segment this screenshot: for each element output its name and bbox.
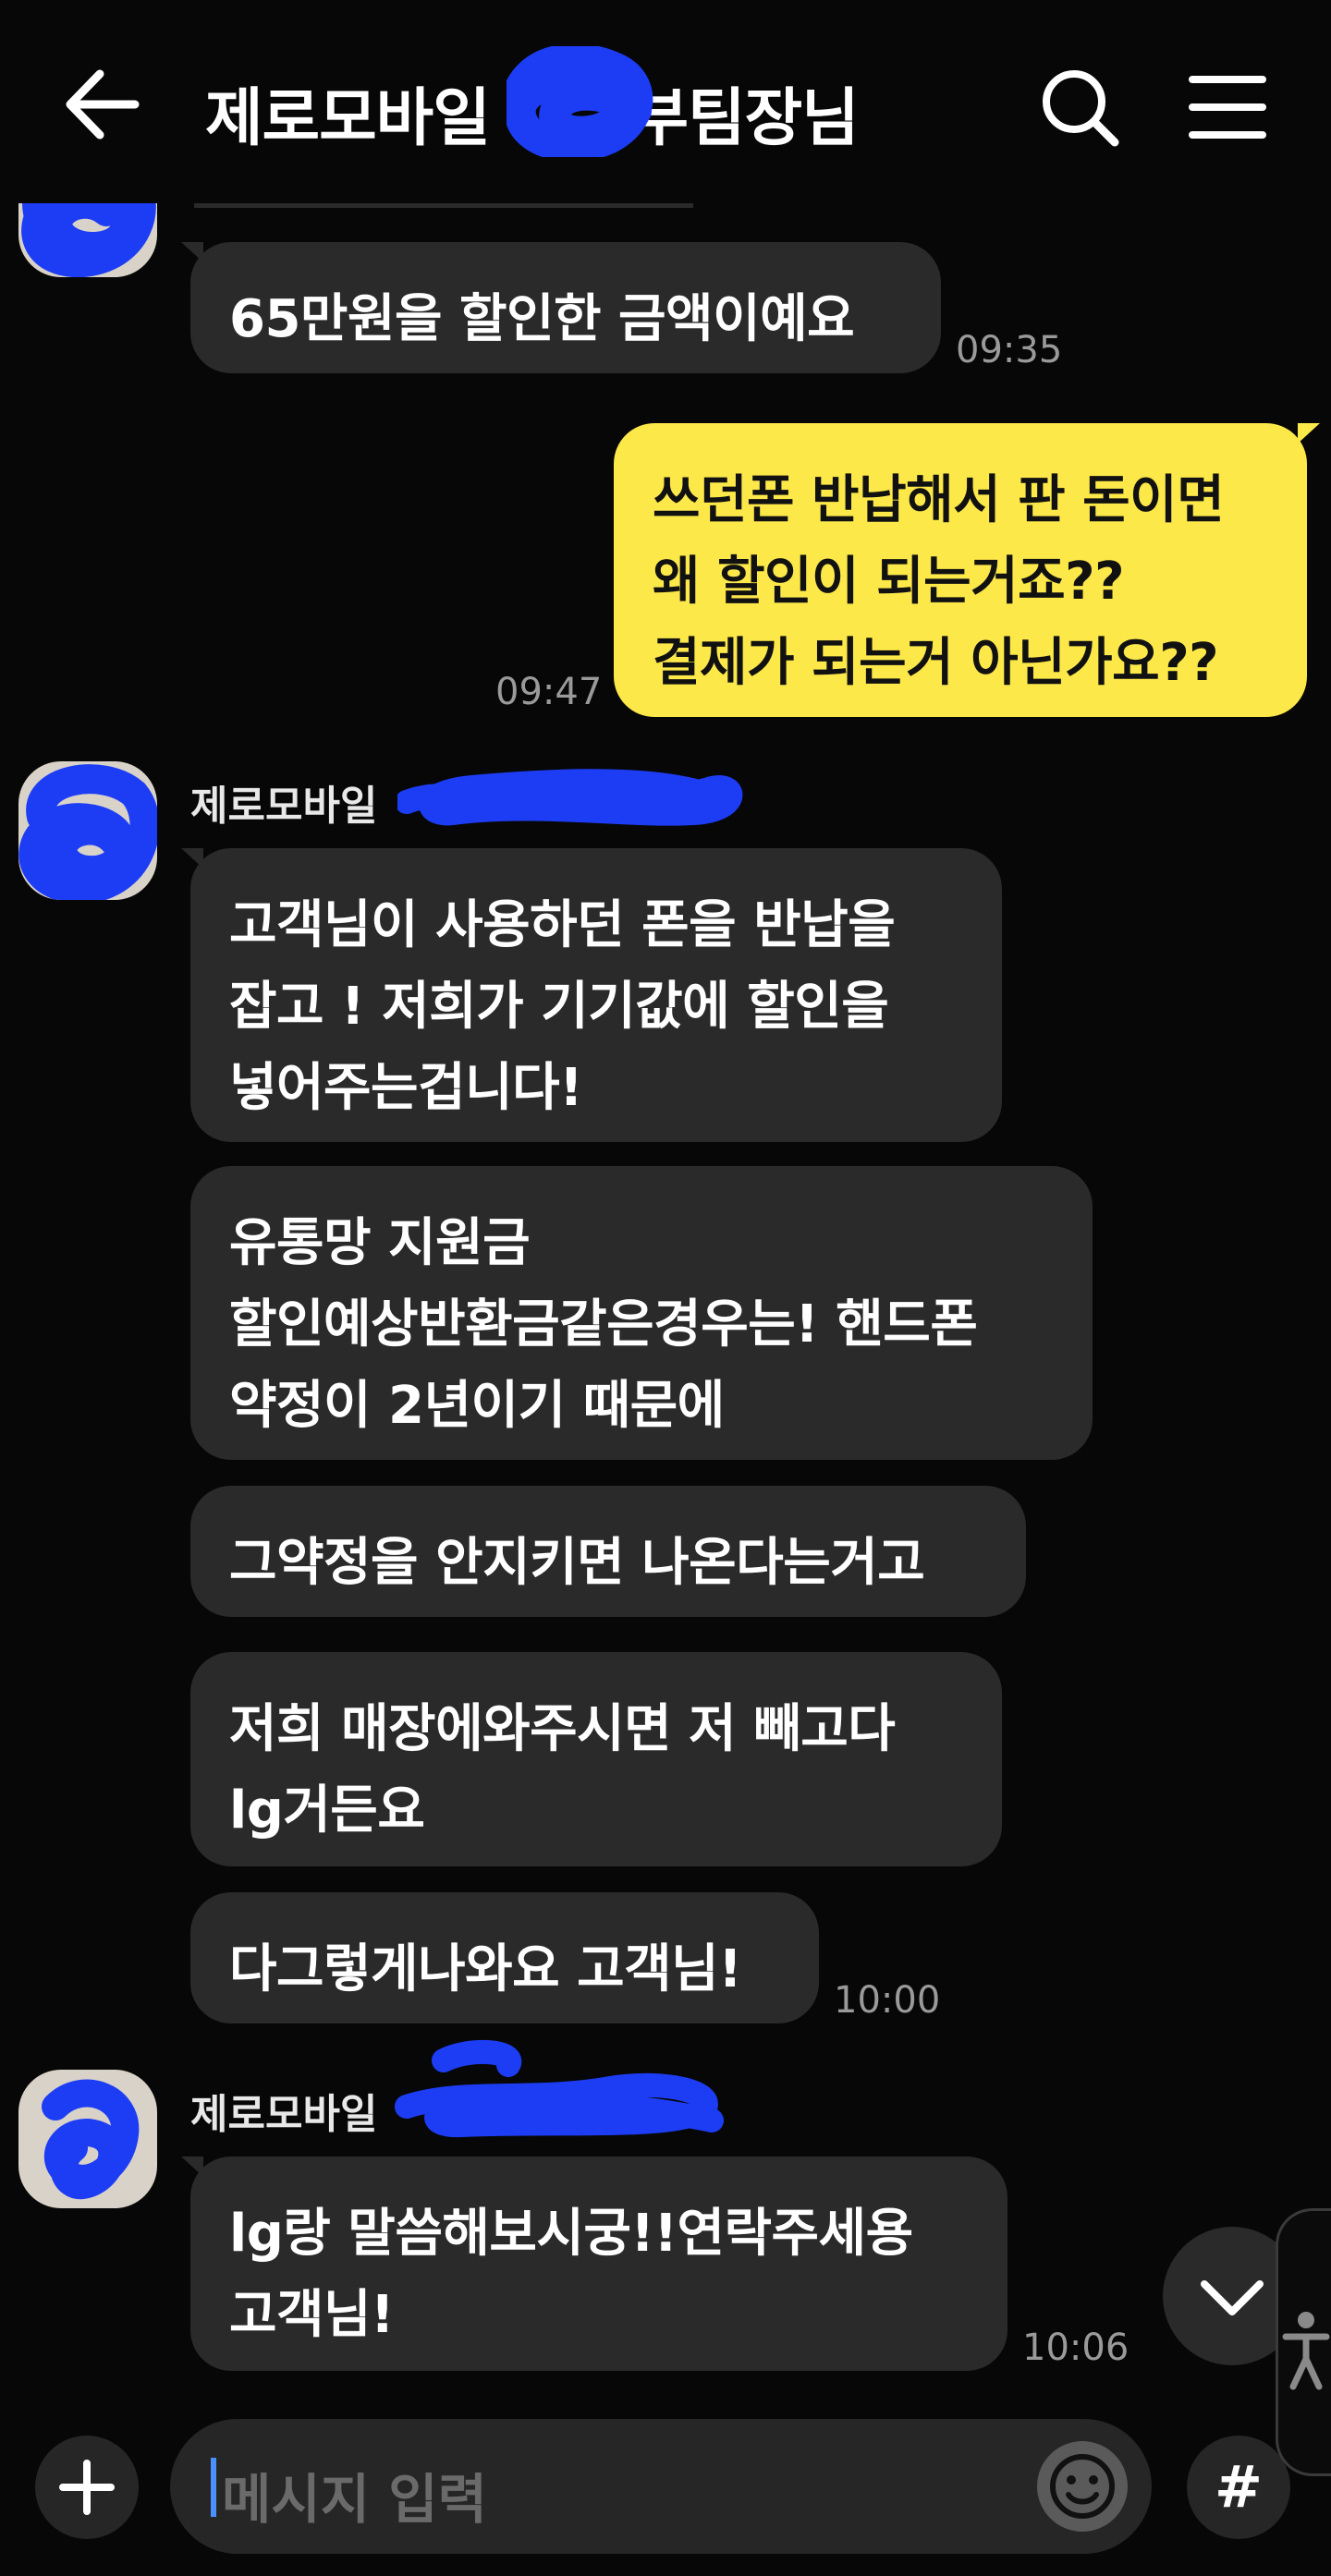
emoji-icon [1050, 2454, 1115, 2519]
message-text: 결제가 되는거 아닌가요?? [653, 633, 1219, 693]
message-text: 쓰던폰 반납해서 판 돈이면 [653, 470, 1225, 530]
redaction-scribble [395, 2040, 724, 2138]
sender-name: 제로모바일 [190, 2091, 378, 2138]
message-time: 10:00 [834, 1979, 941, 2022]
search-icon [1043, 70, 1119, 147]
chat-title-name: 제로모바일 [205, 82, 511, 155]
add-attachment-button[interactable] [35, 2436, 139, 2539]
incoming-message-bubble[interactable]: 저희 매장에와주시면 저 빼고다 lg거든요 [190, 1652, 1002, 1866]
redaction-scribble [507, 46, 653, 157]
message-text: 할인예상반환금같은경우는! 핸드폰 [229, 1294, 978, 1355]
bubble-tail [1298, 423, 1320, 444]
message-text: 저희 매장에와주시면 저 빼고다 [229, 1699, 896, 1759]
message-text: 잡고 ! 저희가 기기값에 할인을 [229, 977, 889, 1037]
message-time: 09:35 [956, 329, 1063, 371]
incoming-message-bubble[interactable]: 다그렇게나와요 고객님! [190, 1892, 819, 2023]
message-input[interactable]: 메시지 입력 [170, 2419, 1152, 2554]
message-text: 왜 할인이 되는거죠?? [653, 552, 1125, 612]
plus-icon [59, 2460, 115, 2515]
incoming-message-bubble[interactable]: 유통망 지원금 할인예상반환금같은경우는! 핸드폰 약정이 2년이기 때문에 [190, 1166, 1093, 1460]
incoming-message-bubble[interactable]: 그약정을 안지키면 나온다는거고 [190, 1486, 1026, 1617]
message-text: lg거든요 [229, 1780, 425, 1841]
bubble-tail [181, 2157, 203, 2177]
message-text: 넣어주는겁니다! [229, 1058, 583, 1118]
bubble-tail [181, 848, 203, 869]
redaction-scribble [42, 2079, 140, 2200]
message-text: 유통망 지원금 [229, 1213, 531, 1273]
menu-button[interactable] [1181, 61, 1274, 153]
message-text: 약정이 2년이기 때문에 [229, 1376, 725, 1436]
accessibility-button[interactable] [1276, 2208, 1331, 2476]
chat-title-suffix: 부팀장님 [630, 82, 859, 155]
redaction-scribble [18, 764, 157, 900]
message-text: lg랑 말씀해보시궁!!연락주세용 [229, 2204, 913, 2264]
accessibility-icon [1282, 2312, 1330, 2390]
message-text: 그약정을 안지키면 나온다는거고 [229, 1533, 925, 1593]
message-time: 09:47 [495, 671, 603, 713]
message-input-placeholder: 메시지 입력 [222, 2468, 487, 2531]
avatar[interactable] [18, 2070, 157, 2208]
avatar[interactable] [18, 761, 157, 900]
hashtag-button[interactable]: # [1187, 2436, 1290, 2539]
outgoing-message-bubble[interactable]: 쓰던폰 반납해서 판 돈이면 왜 할인이 되는거죠?? 결제가 되는거 아닌가요… [614, 423, 1307, 717]
message-text: 다그렇게나와요 고객님! [229, 1939, 742, 1999]
bubble-tail [181, 242, 203, 262]
message-text: 고객님이 사용하던 폰을 반납을 [229, 895, 896, 955]
sender-name: 제로모바일 [190, 783, 378, 830]
message-time: 10:06 [1022, 2327, 1130, 2369]
redaction-scribble [397, 769, 743, 826]
search-button[interactable] [1033, 61, 1126, 153]
incoming-message-bubble[interactable]: 65만원을 할인한 금액이예요 [190, 242, 941, 373]
incoming-message-bubble[interactable]: lg랑 말씀해보시궁!!연락주세용 고객님! [190, 2157, 1007, 2371]
hamburger-menu-icon [1189, 76, 1266, 139]
chat-header: 제로모바일 부팀장님 [0, 0, 1331, 203]
emoji-button[interactable] [1037, 2441, 1128, 2532]
message-text: 고객님! [229, 2285, 395, 2345]
message-text: 65만원을 할인한 금액이예요 [229, 289, 855, 349]
text-cursor [211, 2458, 216, 2517]
back-button[interactable] [55, 63, 148, 146]
arrow-left-icon [66, 69, 140, 140]
incoming-message-bubble[interactable]: 고객님이 사용하던 폰을 반납을 잡고 ! 저희가 기기값에 할인을 넣어주는겁… [190, 848, 1002, 1142]
